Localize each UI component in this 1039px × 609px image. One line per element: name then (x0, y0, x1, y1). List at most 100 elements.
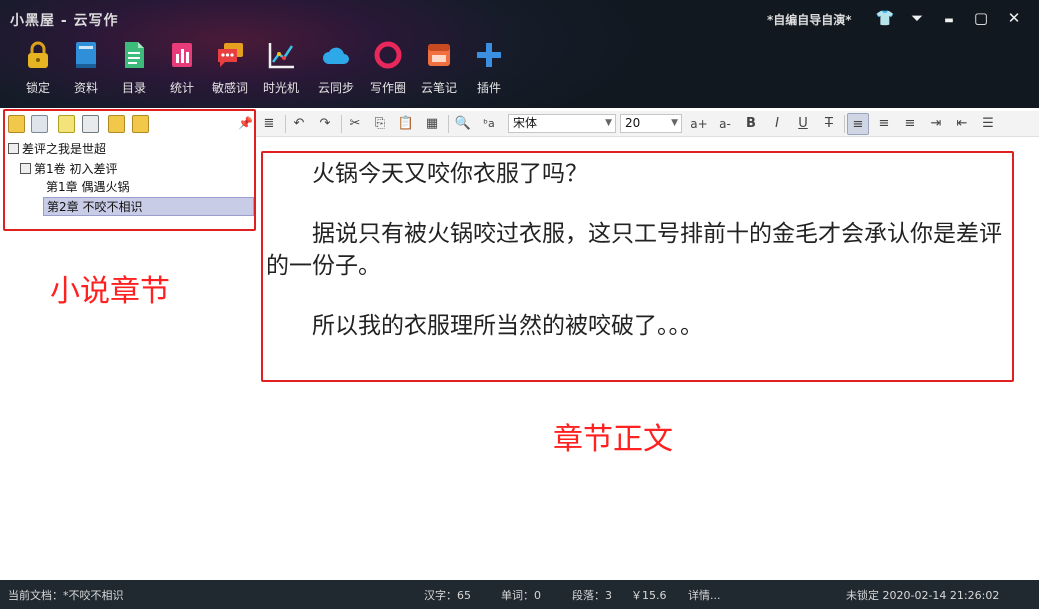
writing-circle-button[interactable]: 写作圈 (362, 40, 414, 98)
replace-button[interactable]: ᵇa (478, 113, 500, 135)
new-volume-button[interactable] (8, 115, 25, 133)
chapter-toolbar: 📌 (4, 112, 256, 138)
redo-button[interactable]: ↷ (314, 113, 336, 135)
chapter-editor[interactable]: 火锅今天又咬你衣服了吗？ 据说只有被火锅咬过衣服，这只工号排前十的金毛才会承认你… (266, 158, 1006, 370)
checkbox-icon (8, 143, 19, 154)
font-size-value: 20 (625, 116, 641, 130)
volume-name: 第1卷 初入差评 (34, 162, 118, 176)
minimize-button[interactable]: ▬ (936, 6, 962, 30)
tree-book[interactable]: 差评之我是世超 (8, 140, 106, 159)
chart-icon (266, 40, 296, 70)
ring-icon (373, 40, 403, 70)
materials-button[interactable]: 资料 (60, 40, 112, 98)
align-center-button[interactable]: ≡ (873, 113, 895, 135)
bold-button[interactable]: B (740, 113, 762, 135)
font-value: 宋体 (513, 116, 538, 130)
copy-button[interactable]: ⎘ (369, 113, 391, 135)
word-count: 单词：0 (501, 589, 541, 602)
cut-button[interactable]: ✂ (344, 113, 366, 135)
shirt-icon: 👕 (875, 9, 895, 27)
font-size-select[interactable]: 20 ▼ (620, 114, 682, 133)
cloud-notes-button[interactable]: 云笔记 (413, 40, 465, 98)
outline-button[interactable]: ≣ (258, 113, 280, 135)
font-select[interactable]: 宋体 ▼ (508, 114, 616, 133)
note-icon (424, 40, 454, 70)
document-title: *自编自导自演* (767, 13, 852, 27)
lock-label: 锁定 (25, 81, 50, 95)
checkbox-icon (20, 163, 31, 174)
cloud-sync-button[interactable]: 云同步 (310, 40, 362, 98)
new-chapter-button[interactable] (31, 115, 48, 133)
align-right-button[interactable]: ≡ (899, 113, 921, 135)
time-machine-label: 时光机 (262, 81, 299, 95)
maximize-icon: ▢ (973, 9, 989, 27)
close-button[interactable]: ✕ (1001, 6, 1027, 30)
paragraph[interactable]: 据说只有被火锅咬过衣服，这只工号排前十的金毛才会承认你是差评的一份子。 (266, 218, 1006, 282)
skin-button[interactable]: 👕 (872, 6, 898, 30)
pin-icon[interactable]: 📌 (238, 116, 253, 130)
increase-font-button[interactable]: a+ (688, 113, 710, 135)
italic-button[interactable]: I (766, 113, 788, 135)
cloud-icon (321, 40, 351, 70)
paragraph[interactable]: 所以我的衣服理所当然的被咬破了。。。 (266, 310, 1006, 342)
minimize-icon: ▬ (944, 15, 954, 26)
chevron-down-icon: ▼ (605, 118, 612, 128)
indent-button[interactable]: ⇥ (925, 113, 947, 135)
dropdown-icon: ⏷ (910, 9, 923, 27)
search-button[interactable]: 🔍 (452, 113, 474, 135)
strikethrough-button[interactable]: T (818, 113, 840, 135)
paste-button[interactable]: 📋 (395, 113, 417, 135)
current-document: 当前文档：*不咬不相识 (8, 589, 124, 602)
chapter-name: 第1章 偶遇火锅 (46, 180, 130, 194)
lock-icon (23, 40, 53, 70)
catalog-label: 目录 (121, 81, 146, 95)
content-annotation: 章节正文 (553, 422, 673, 457)
chat-icon (215, 40, 245, 70)
sensitive-words-button[interactable]: 敏感词 (204, 40, 256, 98)
add-document-button[interactable] (58, 115, 75, 133)
app-title: 小黑屋 - 云写作 (10, 13, 119, 29)
undo-button[interactable]: ↶ (288, 113, 310, 135)
plus-icon (474, 40, 504, 70)
paragraph[interactable]: 火锅今天又咬你衣服了吗？ (266, 158, 1006, 190)
copy-chapter-button[interactable] (82, 115, 99, 133)
tree-volume[interactable]: 第1卷 初入差评 (20, 160, 117, 179)
select-all-button[interactable]: ▦ (421, 113, 443, 135)
book-icon (71, 40, 101, 70)
cloud-sync-label: 云同步 (317, 81, 354, 95)
maximize-button[interactable]: ▢ (968, 6, 994, 30)
editor-toolbar: ≣ ↶ ↷ ✂ ⎘ 📋 ▦ 🔍 ᵇa 宋体 ▼ 20 ▼ a+ a- B I U T… (256, 111, 1039, 137)
move-down-button[interactable] (132, 115, 149, 133)
chapter-name: 第2章 不咬不相识 (47, 200, 143, 214)
status-bar: 当前文档：*不咬不相识 汉字：65 单词：0 段落：3 ￥15.6 详情... … (0, 580, 1039, 609)
separator (844, 115, 845, 133)
stats-label: 统计 (169, 81, 194, 95)
chapters-annotation: 小说章节 (50, 274, 170, 309)
underline-button[interactable]: U (792, 113, 814, 135)
writing-circle-label: 写作圈 (369, 81, 406, 95)
catalog-button[interactable]: 目录 (108, 40, 160, 98)
separator (285, 115, 286, 133)
tree-chapter-2[interactable]: 第2章 不咬不相识 (43, 197, 254, 216)
chevron-down-icon: ▼ (671, 118, 678, 128)
lock-status-time: 未锁定 2020-02-14 21:26:02 (846, 589, 1000, 602)
lock-button[interactable]: 锁定 (12, 40, 64, 98)
outdent-button[interactable]: ⇤ (951, 113, 973, 135)
sensitive-words-label: 敏感词 (211, 81, 248, 95)
list-button[interactable]: ☰ (977, 113, 999, 135)
close-icon: ✕ (1007, 9, 1021, 27)
align-left-button[interactable]: ≡ (847, 113, 869, 135)
separator (341, 115, 342, 133)
stats-button[interactable]: 统计 (156, 40, 208, 98)
earnings: ￥15.6 (631, 589, 667, 602)
move-up-button[interactable] (108, 115, 125, 133)
book-name: 差评之我是世超 (22, 142, 107, 156)
paragraph-count: 段落：3 (572, 589, 612, 602)
details-link[interactable]: 详情... (688, 587, 721, 603)
tree-chapter-1[interactable]: 第1章 偶遇火锅 (46, 178, 129, 197)
document-icon (119, 40, 149, 70)
plugins-button[interactable]: 插件 (463, 40, 515, 98)
menu-button[interactable]: ⏷ (904, 6, 930, 30)
time-machine-button[interactable]: 时光机 (255, 40, 307, 98)
decrease-font-button[interactable]: a- (714, 113, 736, 135)
